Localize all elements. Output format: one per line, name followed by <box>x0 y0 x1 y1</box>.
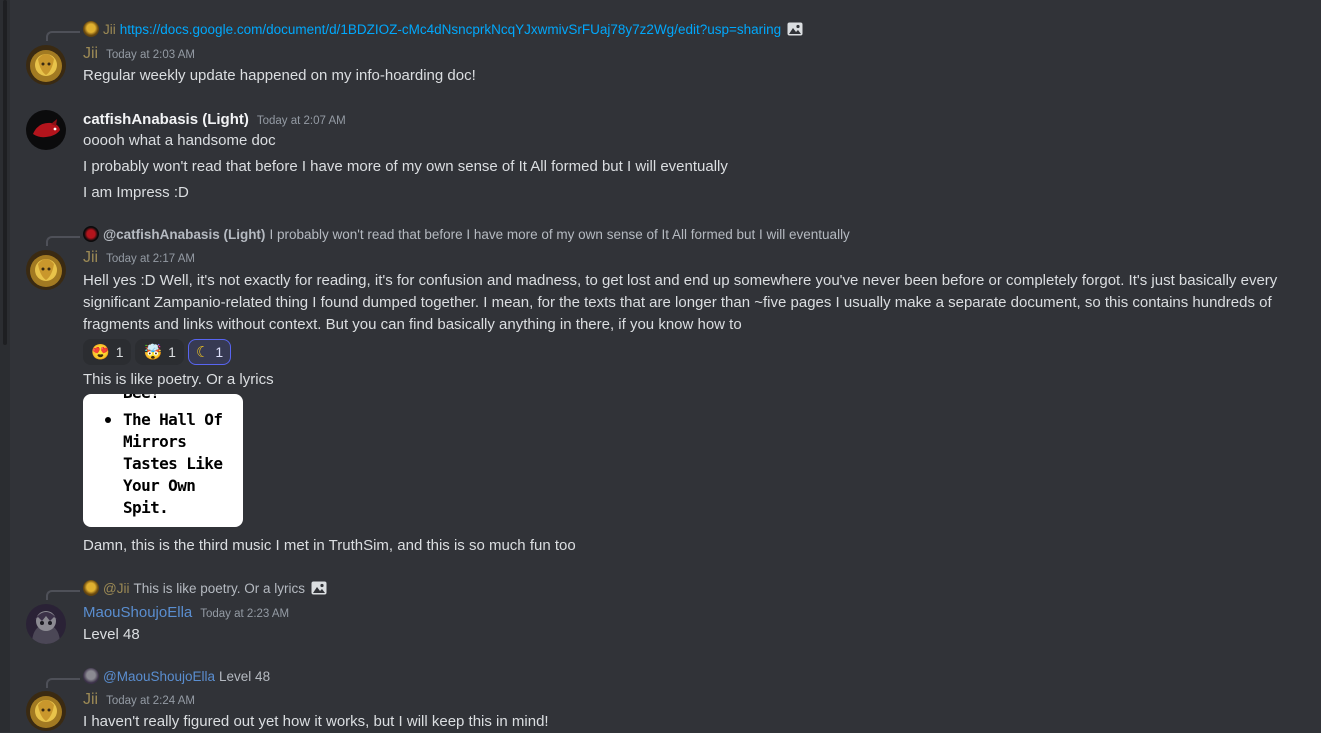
image-text-line: Mirrors <box>123 432 187 451</box>
mini-avatar-jii <box>83 21 99 37</box>
reaction-count: 1 <box>215 344 224 360</box>
image-text-line: Tastes Like <box>123 454 223 473</box>
reply-link[interactable]: https://docs.google.com/document/d/1BDZI… <box>120 22 781 37</box>
avatar-maoushoujoella[interactable] <box>26 604 66 644</box>
avatar-catfish[interactable] <box>26 110 66 150</box>
reply-preview[interactable]: @catfishAnabasis (Light) I probably won'… <box>83 226 850 242</box>
left-scrollbar[interactable] <box>0 0 10 732</box>
scrollbar-thumb[interactable] <box>3 0 7 345</box>
reply-author[interactable]: @Jii <box>103 581 129 596</box>
timestamp: Today at 2:07 AM <box>256 115 346 127</box>
message-text: ooooh what a handsome doc <box>83 132 276 149</box>
image-text-line: Bee! <box>123 394 160 404</box>
message-text: I haven't really figured out yet how it … <box>83 713 549 730</box>
mini-avatar-maoushoujoella <box>83 668 99 684</box>
reaction-mind-blown[interactable]: 🤯 1 <box>135 339 184 365</box>
reaction-moon[interactable]: ☾ 1 <box>187 339 232 365</box>
image-attachment[interactable]: Bee! The Hall Of Mirrors Tastes Like You… <box>83 394 243 527</box>
heart-eyes-icon: 😍 <box>91 344 110 361</box>
message-text: Hell yes :D Well, it's not exactly for r… <box>83 272 1278 333</box>
timestamp: Today at 2:03 AM <box>106 49 195 61</box>
author-name[interactable]: Jii <box>83 249 98 266</box>
bullet-dot <box>105 417 111 423</box>
image-icon <box>311 581 327 595</box>
author-name[interactable]: Jii <box>83 691 98 708</box>
image-text-line: Your Own <box>123 476 196 495</box>
reply-text: Level 48 <box>219 668 271 684</box>
author-name[interactable]: MaouShoujoElla <box>83 604 192 621</box>
reaction-count: 1 <box>168 344 176 360</box>
reactions-bar: 😍 1 🤯 1 ☾ 1 <box>83 339 232 365</box>
message-text: Damn, this is the third music I met in T… <box>83 537 576 554</box>
message-text: Level 48 <box>83 626 140 643</box>
author-name[interactable]: Jii <box>83 45 98 62</box>
reply-text: I probably won't read that before I have… <box>269 226 850 242</box>
image-text-line: The Hall Of <box>123 410 223 429</box>
avatar-jii[interactable] <box>26 691 66 731</box>
message-text: I am Impress :D <box>83 184 189 201</box>
moon-icon: ☾ <box>195 344 210 361</box>
mind-blown-icon: 🤯 <box>143 344 163 361</box>
timestamp: Today at 2:23 AM <box>200 608 290 620</box>
reaction-heart-eyes[interactable]: 😍 1 <box>83 339 132 365</box>
avatar-jii[interactable] <box>26 250 66 290</box>
avatar-jii[interactable] <box>26 45 66 85</box>
mini-avatar-jii <box>83 580 99 596</box>
reply-preview[interactable]: Jii https://docs.google.com/document/d/1… <box>83 21 803 37</box>
image-icon <box>787 22 803 36</box>
reply-preview[interactable]: @MaouShoujoElla Level 48 <box>83 668 270 684</box>
reply-preview[interactable]: @Jii This is like poetry. Or a lyrics <box>83 580 327 596</box>
reply-author[interactable]: Jii <box>103 22 116 37</box>
image-text-line: Spit. <box>123 498 169 517</box>
reply-author[interactable]: @MaouShoujoElla <box>103 669 215 684</box>
timestamp: Today at 2:24 AM <box>106 695 195 707</box>
message-text: This is like poetry. Or a lyrics <box>83 371 274 388</box>
reply-spine <box>46 590 80 600</box>
author-name[interactable]: catfishAnabasis (Light) <box>83 111 249 128</box>
message-header: Jii Today at 2:03 AM <box>83 45 195 63</box>
message-text: Regular weekly update happened on my inf… <box>83 67 476 84</box>
message-header: catfishAnabasis (Light) Today at 2:07 AM <box>83 111 346 128</box>
reply-author[interactable]: @catfishAnabasis (Light) <box>103 227 265 242</box>
reply-text: This is like poetry. Or a lyrics <box>133 580 305 596</box>
message-header: Jii Today at 2:24 AM <box>83 691 195 709</box>
mini-avatar-catfish <box>83 226 99 242</box>
reply-spine <box>46 236 80 246</box>
message-text: I probably won't read that before I have… <box>83 158 728 175</box>
message-header: MaouShoujoElla Today at 2:23 AM <box>83 604 289 621</box>
reaction-count: 1 <box>115 344 124 360</box>
reply-spine <box>46 678 80 688</box>
reply-spine <box>46 31 80 41</box>
message-header: Jii Today at 2:17 AM <box>83 249 195 267</box>
timestamp: Today at 2:17 AM <box>106 253 195 265</box>
